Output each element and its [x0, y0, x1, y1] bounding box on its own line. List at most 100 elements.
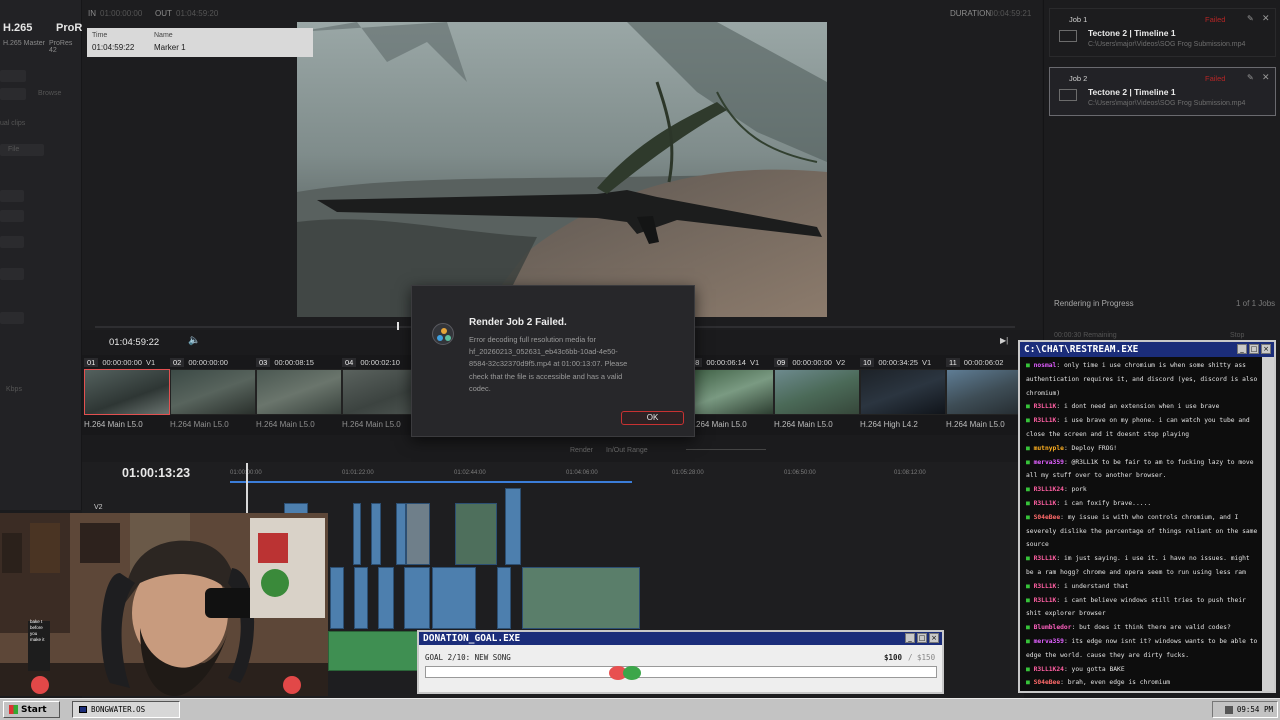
chat-username[interactable]: S04eBee	[1034, 679, 1061, 686]
clip-thumbnail[interactable]: 02 00:00:00:00 H.264 Main L5.0	[170, 355, 256, 433]
close-icon[interactable]: ✕	[1262, 13, 1270, 24]
next-frame-icon[interactable]: ▶|	[1000, 336, 1008, 345]
stop-render-button[interactable]: Stop	[1230, 332, 1244, 339]
maximize-icon[interactable]: □	[917, 633, 927, 643]
close-icon[interactable]: ×	[1261, 344, 1271, 354]
chat-username[interactable]: R3LL1K	[1034, 597, 1057, 604]
render-range-select[interactable]: In/Out Range	[606, 447, 648, 454]
timeline-clip[interactable]	[396, 503, 406, 565]
taskbar-item[interactable]: BONGWATER.OS	[72, 701, 180, 718]
system-tray-clock[interactable]: 09:54 PM	[1212, 701, 1278, 718]
chat-message: ■ R3LL1K: im just saying. i use it. i ha…	[1026, 555, 1250, 576]
timeline-clip[interactable]	[497, 567, 511, 629]
timeline-ruler[interactable]: 01:00:00:00 01:01:22:00 01:02:44:00 01:0…	[230, 470, 1020, 480]
minimize-icon[interactable]: _	[905, 633, 915, 643]
format-title[interactable]: H.265	[3, 22, 32, 34]
clip-codec: H.264 Main L5.0	[256, 420, 315, 429]
timeline-clip[interactable]	[455, 503, 497, 565]
in-timecode[interactable]: 01:00:00:00	[100, 9, 142, 18]
settings-dropdown[interactable]	[0, 268, 24, 280]
chat-message: ■ nosmal: only time i use chromium is wh…	[1026, 362, 1258, 397]
chat-scrollbar[interactable]	[1262, 357, 1274, 691]
minimize-icon[interactable]: _	[1237, 344, 1247, 354]
chat-message: ■ merva359: its edge now isnt it? window…	[1026, 637, 1258, 659]
volume-icon[interactable]: 🔈	[188, 335, 200, 346]
chat-username[interactable]: Blumbledor	[1034, 624, 1072, 631]
clip-codec: H.264 Main L5.0	[774, 420, 833, 429]
chat-text: i can foxify brave.....	[1063, 499, 1152, 507]
chat-username[interactable]: R3LL1K	[1034, 555, 1057, 562]
timeline-clip[interactable]	[406, 503, 430, 565]
chat-titlebar[interactable]: C:\CHAT\RESTREAM.EXE	[1020, 342, 1274, 357]
chat-bullet-icon: ■	[1026, 417, 1034, 425]
clip-thumbnail[interactable]: 10 00:00:34:25 V1 H.264 High L4.2	[860, 355, 946, 433]
clip-thumbnail[interactable]: 03 00:00:08:15 H.264 Main L5.0	[256, 355, 342, 433]
timeline-clip[interactable]	[330, 567, 344, 629]
timeline-clip[interactable]	[354, 567, 368, 629]
ok-button[interactable]: OK	[621, 411, 684, 425]
chat-username[interactable]: S04eBee	[1034, 514, 1061, 521]
duration-timecode: 00:04:59:21	[989, 9, 1032, 18]
chat-message: ■ merva359: @R3LL1K to be fair to am to …	[1026, 458, 1254, 480]
close-icon[interactable]: ✕	[1262, 72, 1270, 83]
video-preview[interactable]	[297, 22, 827, 317]
chat-username[interactable]: R3LL1K	[1034, 403, 1057, 410]
chat-username[interactable]: R3LL1K	[1034, 500, 1057, 507]
chat-username[interactable]: R3LL1K	[1034, 417, 1057, 424]
chat-username[interactable]: merva359	[1034, 459, 1064, 466]
start-button[interactable]: Start	[3, 701, 60, 718]
out-timecode[interactable]: 01:04:59:20	[176, 9, 218, 18]
chat-text: you gotta BAKE	[1071, 665, 1125, 673]
settings-dropdown[interactable]	[0, 312, 24, 324]
chat-messages: ■ nosmal: only time i use chromium is wh…	[1020, 357, 1264, 691]
settings-dropdown[interactable]	[0, 190, 24, 202]
donation-titlebar[interactable]: DONATION_GOAL.EXE	[419, 632, 942, 645]
job-id: Job 2	[1069, 74, 1088, 83]
edit-job-icon[interactable]: ✎	[1247, 14, 1254, 23]
settings-field[interactable]	[0, 144, 44, 156]
settings-dropdown[interactable]	[0, 210, 24, 222]
maximize-icon[interactable]: □	[1249, 344, 1259, 354]
taskbar-item-label: BONGWATER.OS	[91, 705, 146, 714]
clip-timecode: 00:00:00:00	[792, 357, 832, 367]
settings-row	[0, 88, 26, 100]
close-icon[interactable]: ×	[929, 633, 939, 643]
timeline-clip[interactable]	[432, 567, 476, 629]
chat-text: i dont need an extension when i use brav…	[1063, 403, 1220, 411]
browse-button[interactable]: Browse	[38, 90, 61, 97]
timeline-clip[interactable]	[378, 567, 394, 629]
audio-clip[interactable]	[328, 631, 418, 671]
render-progress-label: Rendering in Progress	[1054, 299, 1134, 308]
settings-dropdown[interactable]	[0, 236, 24, 248]
render-job-2[interactable]: Job 2 Failed ✎ ✕ Tectone 2 | Timeline 1 …	[1049, 67, 1276, 116]
render-job-1[interactable]: Job 1 Failed ✎ ✕ Tectone 2 | Timeline 1 …	[1049, 8, 1276, 57]
ruler-tick: 01:01:22:00	[342, 470, 374, 476]
chat-username[interactable]: R3LL1K	[1034, 583, 1057, 590]
timeline-clip[interactable]	[522, 567, 640, 629]
timeline-clip[interactable]	[353, 503, 361, 565]
playhead-marker[interactable]	[397, 322, 399, 330]
format-subtitle-2: ProRes 42	[49, 40, 73, 54]
file-label: File	[8, 146, 20, 153]
zoom-slider[interactable]	[686, 449, 766, 450]
chat-username[interactable]: nosmal	[1034, 362, 1057, 369]
timeline-clip[interactable]	[404, 567, 430, 629]
render-range-indicator[interactable]	[230, 481, 632, 483]
chat-username[interactable]: mutnyple	[1034, 445, 1064, 452]
chat-username[interactable]: merva359	[1034, 638, 1064, 645]
chat-bullet-icon: ■	[1026, 582, 1034, 590]
chat-window: C:\CHAT\RESTREAM.EXE _ □ × ■ nosmal: onl…	[1018, 340, 1276, 693]
clip-thumbnail[interactable]: 01 00:00:00:00 V1 H.264 Main L5.0	[84, 355, 170, 433]
job-path: C:\Users\major\Videos\SOG Frog Submissio…	[1088, 41, 1246, 48]
chat-bullet-icon: ■	[1026, 486, 1034, 494]
chat-username[interactable]: R3LL1K24	[1034, 666, 1064, 673]
film-icon	[1059, 30, 1077, 42]
timeline-clip[interactable]	[505, 488, 521, 565]
timeline-clip[interactable]	[371, 503, 381, 565]
edit-job-icon[interactable]: ✎	[1247, 73, 1254, 82]
clip-thumbnail[interactable]: 08 00:00:06:14 V1 H.264 Main L5.0	[688, 355, 774, 433]
chat-username[interactable]: R3LL1K24	[1034, 486, 1064, 493]
clip-track: V2	[835, 357, 846, 367]
job-name: Tectone 2 | Timeline 1	[1088, 28, 1176, 38]
clip-thumbnail[interactable]: 09 00:00:00:00 V2 H.264 Main L5.0	[774, 355, 860, 433]
